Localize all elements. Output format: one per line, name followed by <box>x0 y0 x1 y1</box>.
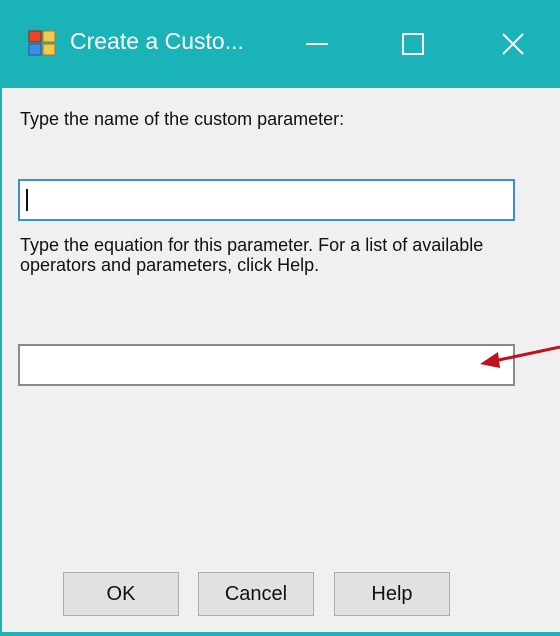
help-button[interactable]: Help <box>334 572 450 616</box>
app-icon <box>28 30 56 56</box>
name-prompt-label: Type the name of the custom parameter: <box>20 109 345 129</box>
minimize-icon <box>306 43 328 45</box>
cancel-button[interactable]: Cancel <box>198 572 314 616</box>
create-custom-parameter-dialog: Create a Custo... Type the name of the c… <box>0 0 560 636</box>
maximize-button[interactable] <box>378 0 448 88</box>
equation-input[interactable] <box>18 344 515 386</box>
ok-button[interactable]: OK <box>63 572 179 616</box>
parameter-name-input[interactable] <box>18 179 515 221</box>
minimize-button[interactable] <box>282 0 352 88</box>
text-caret <box>26 189 28 211</box>
annotation-arrow-icon <box>480 345 560 368</box>
maximize-icon <box>402 33 424 55</box>
window-title: Create a Custo... <box>70 28 244 54</box>
title-bar: Create a Custo... <box>2 0 560 88</box>
equation-prompt-label: Type the equation for this parameter. Fo… <box>20 235 484 275</box>
close-button[interactable] <box>478 0 548 88</box>
close-icon <box>502 33 524 55</box>
window-bottom-border <box>2 632 560 636</box>
